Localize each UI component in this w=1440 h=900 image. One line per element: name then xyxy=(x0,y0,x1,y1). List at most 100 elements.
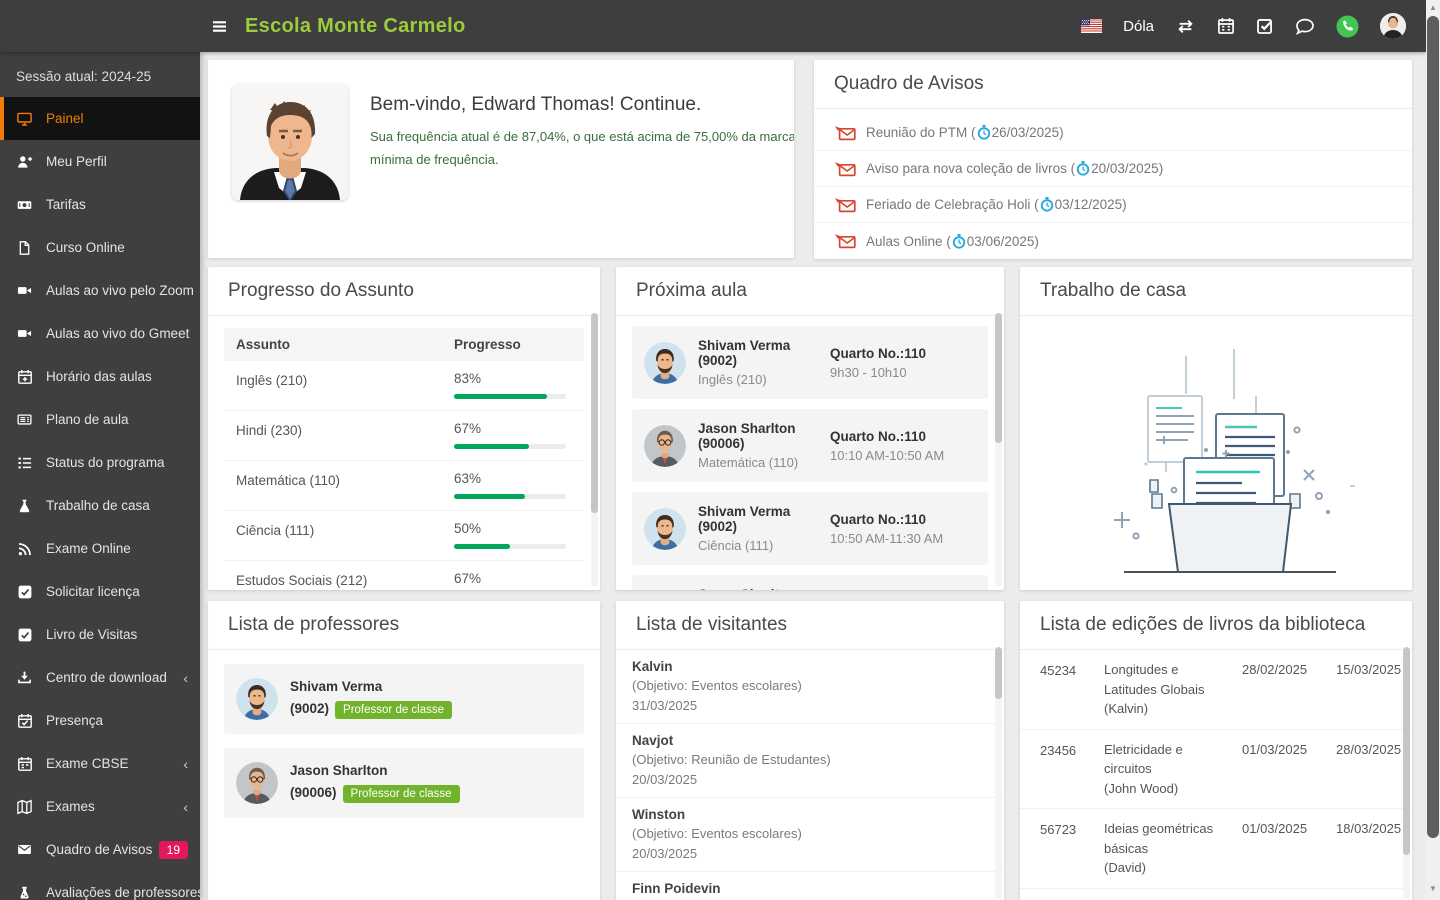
sidebar-item-trabalho-de-casa[interactable]: Trabalho de casa xyxy=(0,484,200,527)
panel-scrollbar[interactable] xyxy=(995,647,1002,899)
sidebar-item-exames[interactable]: Exames ‹ xyxy=(0,785,200,828)
teacher-avatar xyxy=(236,762,278,804)
sidebar-item-solicitar-licenca[interactable]: Solicitar licença xyxy=(0,570,200,613)
panel-title: Progresso do Assunto xyxy=(208,267,600,316)
teacher-code: (9002) xyxy=(290,701,330,716)
welcome-card: Bem-vindo, Edward Thomas! Continue. Sua … xyxy=(208,60,794,258)
subject-row: Ciência (111) 50% xyxy=(224,511,584,561)
app-title: Escola Monte Carmelo xyxy=(245,14,466,37)
sidebar-item-avaliacoes-de-professores[interactable]: Avaliações de professores xyxy=(0,871,200,900)
sidebar-item-plano-de-aula[interactable]: Plano de aula xyxy=(0,398,200,441)
sidebar-item-exame-online[interactable]: Exame Online xyxy=(0,527,200,570)
sidebar-item-label: Trabalho de casa xyxy=(46,498,150,513)
library-panel: Lista de edições de livros da biblioteca… xyxy=(1020,601,1412,900)
teacher-card: Jason Sharlton (90006) Professor de classe xyxy=(224,748,584,818)
notice-item[interactable]: Aulas Online (03/06/2025) xyxy=(814,223,1412,259)
book-title: Longitudes e Latitudes Globais (Kalvin) xyxy=(1104,662,1205,716)
calendar-lines-icon xyxy=(16,755,33,772)
calendar-icon[interactable] xyxy=(1217,17,1235,35)
clock-icon xyxy=(952,233,966,249)
sidebar-item-exame-cbse[interactable]: Exame CBSE ‹ xyxy=(0,742,200,785)
notice-date: 26/03/2025) xyxy=(991,125,1064,140)
visitor-row: Finn Poidevin(Objetivo: Reunião de pais … xyxy=(616,872,1004,900)
sidebar-item-painel[interactable]: Painel xyxy=(0,97,200,140)
panel-scrollbar[interactable] xyxy=(1403,647,1410,899)
exchange-icon[interactable] xyxy=(1175,19,1196,34)
sidebar-item-meu-perfil[interactable]: Meu Perfil xyxy=(0,140,200,183)
notice-date: 03/12/2025) xyxy=(1054,197,1127,212)
room-number: Quarto No.:110 xyxy=(830,345,927,361)
progress-percent: 67% xyxy=(454,421,482,436)
subject-name: Estudos Sociais (212) xyxy=(236,573,368,588)
sidebar-item-presenca[interactable]: Presença xyxy=(0,699,200,742)
chat-icon[interactable] xyxy=(1295,18,1315,35)
teacher-card: Shivam Verma (9002) Professor de classe xyxy=(224,664,584,734)
notice-item[interactable]: Feriado de Celebração Holi (03/12/2025) xyxy=(814,187,1412,223)
progress-percent: 50% xyxy=(454,521,482,536)
hamburger-menu-icon[interactable] xyxy=(212,20,227,33)
sidebar-item-aulas-ao-vivo-pelo-zoom[interactable]: Aulas ao vivo pelo Zoom xyxy=(0,269,200,312)
subject-name: Ciência (111) xyxy=(236,523,315,538)
notice-item[interactable]: Aviso para nova coleção de livros (20/03… xyxy=(814,151,1412,187)
sidebar-item-aulas-ao-vivo-do-gmeet[interactable]: Aulas ao vivo do Gmeet xyxy=(0,312,200,355)
sidebar-menu: Painel Meu Perfil Tarifas Curso Online Aulas… xyxy=(0,97,200,900)
notice-item[interactable]: Reunião do PTM (26/03/2025) xyxy=(814,115,1412,151)
sidebar-item-tarifas[interactable]: Tarifas xyxy=(0,183,200,226)
visitors-panel: Lista de visitantes Kalvin (Objetivo: Eve… xyxy=(616,601,1004,900)
page-scrollbar[interactable]: ▲ ▼ xyxy=(1426,0,1440,900)
teacher-name: Shivam Verma (9002) xyxy=(698,504,791,534)
book-row: 45234 Longitudes e Latitudes Globais (Kalv… xyxy=(1020,650,1412,730)
user-avatar[interactable] xyxy=(1380,13,1406,39)
teacher-name: Shivam Verma (9002) xyxy=(698,338,791,368)
video-icon xyxy=(16,325,33,342)
scroll-down-arrow[interactable]: ▼ xyxy=(1426,882,1440,895)
book-row: 5463Animais do Deserto(Peter)28/02/20250… xyxy=(1020,889,1412,900)
subject-progress-panel: Progresso do Assunto Assunto Progresso Ing… xyxy=(208,267,600,590)
file-icon xyxy=(16,239,33,256)
sidebar-item-quadro-de-avisos[interactable]: Quadro de Avisos 19 xyxy=(0,828,200,871)
sidebar-item-label: Curso Online xyxy=(46,240,125,255)
progress-bar xyxy=(454,444,566,449)
visitor-name: Kalvin xyxy=(632,659,673,674)
sidebar-item-label: Painel xyxy=(46,111,84,126)
sidebar-item-centro-de-download[interactable]: Centro de download ‹ xyxy=(0,656,200,699)
teacher-name: Jason Sharlton (90006) xyxy=(698,421,796,451)
check-square-icon xyxy=(16,626,33,643)
visit-date: 20/03/2025 xyxy=(632,846,698,861)
subject-progress: 67% xyxy=(454,421,572,449)
panel-scrollbar[interactable] xyxy=(591,313,598,587)
panel-scrollbar[interactable] xyxy=(995,313,1002,587)
money-icon xyxy=(16,196,33,213)
task-check-icon[interactable] xyxy=(1256,17,1274,35)
scroll-up-arrow[interactable]: ▲ xyxy=(1426,1,1440,14)
teacher-avatar xyxy=(644,341,686,384)
sidebar-item-status-do-programa[interactable]: Status do programa xyxy=(0,441,200,484)
rss-icon xyxy=(16,540,33,557)
visit-purpose: (Objetivo: Reunião de Estudantes) xyxy=(632,752,831,767)
sidebar-item-label: Presença xyxy=(46,713,104,728)
sidebar-item-curso-online[interactable]: Curso Online xyxy=(0,226,200,269)
whatsapp-icon[interactable] xyxy=(1336,15,1359,38)
sidebar-item-label: Solicitar licença xyxy=(46,584,140,599)
sidebar-item-livro-de-visitas[interactable]: Livro de Visitas xyxy=(0,613,200,656)
us-flag-icon[interactable] xyxy=(1081,19,1103,33)
session-label: Sessão atual: 2024-25 xyxy=(16,69,152,84)
teacher-list: Shivam Verma (9002) Professor de classe Jas… xyxy=(208,664,600,818)
language-selector[interactable]: Dóla xyxy=(1123,18,1154,35)
visitor-name: Navjot xyxy=(632,733,674,748)
clock-icon xyxy=(1040,197,1054,212)
scrollbar-thumb[interactable] xyxy=(1427,16,1439,838)
next-class-panel: Próxima aula Shivam Verma (9002) Inglês (… xyxy=(616,267,1004,590)
attendance-message: Sua frequência atual é de 87,04%, o que … xyxy=(370,129,794,167)
mail-forward-icon xyxy=(834,233,856,249)
sidebar-item-label: Avaliações de professores xyxy=(46,885,200,900)
sidebar-item-label: Quadro de Avisos xyxy=(46,842,153,857)
teacher-code: (90006) xyxy=(290,785,337,800)
mail-forward-icon xyxy=(834,125,856,141)
teacher-review-icon xyxy=(16,884,33,900)
room-number: Quarto No.:110 xyxy=(830,511,927,527)
sidebar-item-horario-das-aulas[interactable]: Horário das aulas xyxy=(0,355,200,398)
mail-forward-icon xyxy=(834,197,856,213)
panel-title: Trabalho de casa xyxy=(1020,267,1412,316)
homework-empty-illustration xyxy=(1020,316,1412,589)
